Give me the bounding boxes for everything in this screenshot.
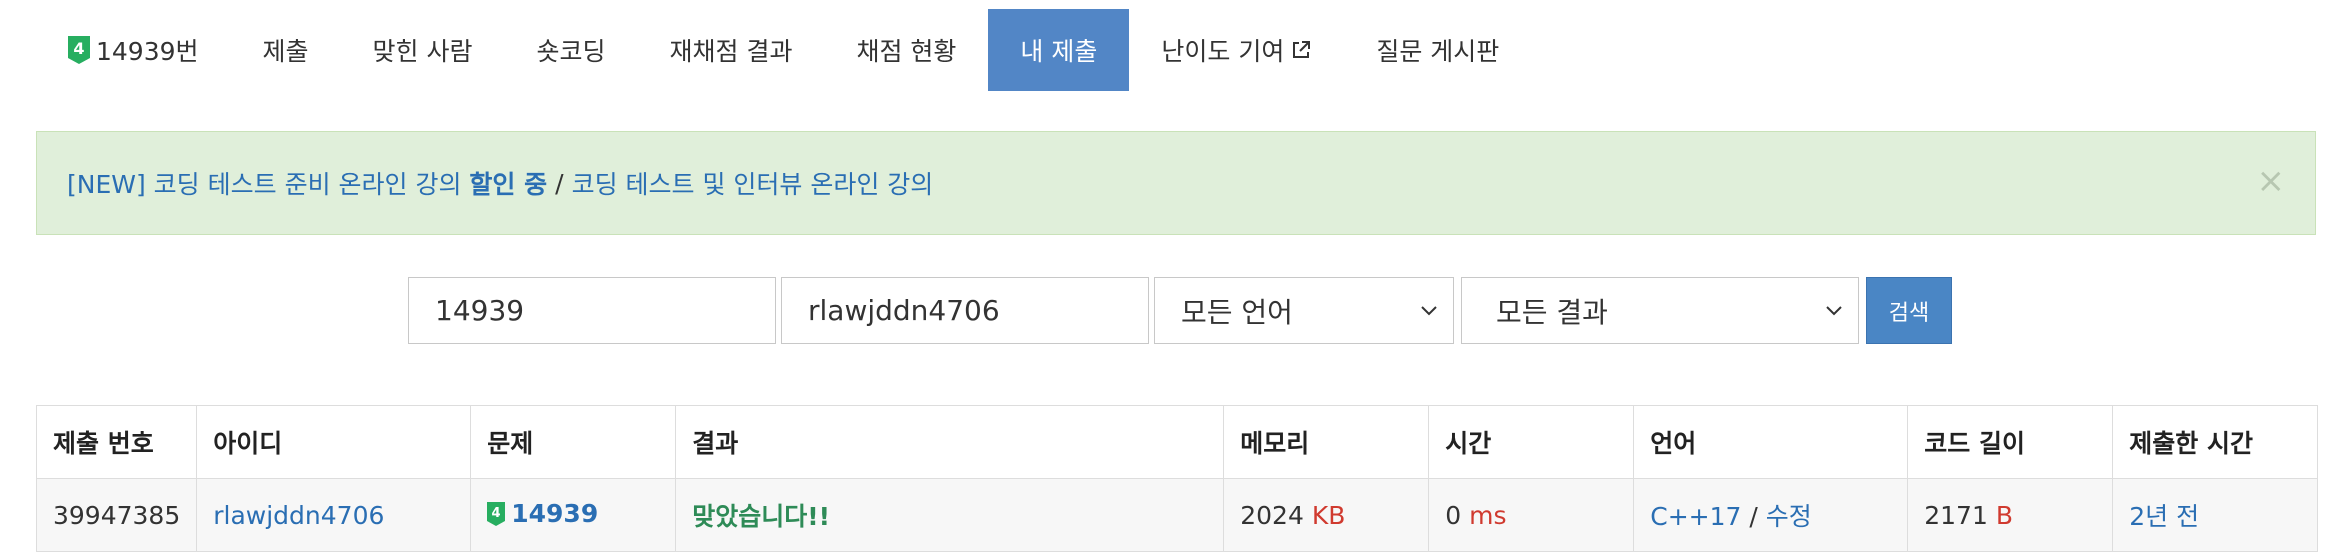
tab-my-submissions[interactable]: 내 제출: [988, 9, 1130, 91]
problem-nav: 4 14939번 제출 맞힌 사람 숏코딩 재채점 결과 채점 현황 내 제출 …: [36, 9, 1531, 91]
result-cell: 맞았습니다!!: [675, 478, 1225, 552]
user-id-input[interactable]: rlawjddn4706: [781, 277, 1149, 344]
language-cell: C++17 / 수정: [1633, 478, 1909, 552]
header-code-length: 코드 길이: [1907, 405, 2114, 479]
close-icon[interactable]: ×: [2257, 164, 2286, 198]
header-language: 언어: [1633, 405, 1909, 479]
time-value: 0: [1445, 500, 1462, 530]
tab-submit[interactable]: 제출: [231, 9, 341, 91]
tab-short-coding[interactable]: 숏코딩: [505, 9, 638, 91]
tab-status[interactable]: 채점 현황: [824, 9, 988, 91]
submission-table: 제출 번호 아이디 문제 결과 메모리 시간 언어 코드 길이 제출한 시간 3…: [35, 405, 2319, 552]
result-select-value: 모든 결과: [1496, 295, 1608, 329]
tab-rejudge-results[interactable]: 재채점 결과: [638, 9, 825, 91]
search-button[interactable]: 검색: [1866, 277, 1952, 344]
language-separator: /: [1749, 502, 1758, 531]
promo-alert: [NEW] 코딩 테스트 준비 온라인 강의 할인 중 / 코딩 테스트 및 인…: [36, 131, 2316, 235]
submitted-time-link[interactable]: 2년 전: [2129, 502, 2199, 531]
code-length-cell: 2171 B: [1907, 478, 2114, 552]
language-link[interactable]: C++17: [1650, 502, 1741, 531]
external-link-icon: [1293, 41, 1311, 58]
language-select-value: 모든 언어: [1181, 295, 1293, 329]
chevron-down-icon: [1421, 306, 1437, 316]
promo-link-bold: 할인 중: [469, 170, 548, 199]
tab-solved-users[interactable]: 맞힌 사람: [341, 9, 505, 91]
table-row: 39947385 rlawjddn4706 4 14939 맞았습니다!! 20…: [35, 478, 2319, 552]
header-problem: 문제: [470, 405, 677, 479]
header-submitted-time: 제출한 시간: [2112, 405, 2319, 479]
tab-difficulty-contribution[interactable]: 난이도 기여: [1129, 9, 1344, 91]
code-length-value: 2171: [1924, 500, 1988, 530]
time-cell: 0 ms: [1428, 478, 1635, 552]
promo-link-text: [NEW] 코딩 테스트 준비 온라인 강의: [67, 170, 470, 199]
header-result: 결과: [675, 405, 1225, 479]
svg-text:4: 4: [73, 39, 84, 58]
submission-id: 39947385: [35, 478, 198, 552]
submitted-time-cell: 2년 전: [2112, 478, 2319, 552]
level-badge-icon: 4: [487, 501, 506, 532]
header-submission-id: 제출 번호: [35, 405, 198, 479]
tab-problem[interactable]: 4 14939번: [36, 9, 231, 91]
problem-cell: 4 14939: [470, 478, 677, 552]
user-link[interactable]: rlawjddn4706: [213, 501, 384, 530]
edit-link[interactable]: 수정: [1766, 502, 1812, 531]
header-time: 시간: [1428, 405, 1635, 479]
code-length-unit: B: [1995, 500, 2014, 530]
problem-link[interactable]: 14939: [511, 499, 598, 528]
svg-text:4: 4: [492, 506, 501, 521]
promo-separator: /: [555, 168, 564, 198]
chevron-down-icon: [1826, 306, 1842, 316]
time-unit: ms: [1469, 500, 1507, 530]
result-accepted: 맞았습니다!!: [692, 502, 831, 531]
result-select[interactable]: 모든 결과: [1461, 277, 1859, 344]
tab-problem-label: 14939번: [96, 37, 199, 66]
header-memory: 메모리: [1223, 405, 1430, 479]
memory-value: 2024: [1240, 500, 1304, 530]
user-cell: rlawjddn4706: [196, 478, 472, 552]
promo-link-discount[interactable]: [NEW] 코딩 테스트 준비 온라인 강의 할인 중: [67, 165, 547, 201]
tab-qna-board[interactable]: 질문 게시판: [1344, 9, 1531, 91]
header-user-id: 아이디: [196, 405, 472, 479]
memory-unit: KB: [1311, 500, 1346, 530]
memory-cell: 2024 KB: [1223, 478, 1430, 552]
promo-link-interview[interactable]: 코딩 테스트 및 인터뷰 온라인 강의: [572, 165, 934, 201]
language-select[interactable]: 모든 언어: [1154, 277, 1454, 344]
table-header-row: 제출 번호 아이디 문제 결과 메모리 시간 언어 코드 길이 제출한 시간: [35, 405, 2319, 479]
level-badge-icon: 4: [68, 36, 90, 64]
tab-difficulty-label: 난이도 기여: [1161, 37, 1285, 66]
problem-id-input[interactable]: 14939: [408, 277, 776, 344]
